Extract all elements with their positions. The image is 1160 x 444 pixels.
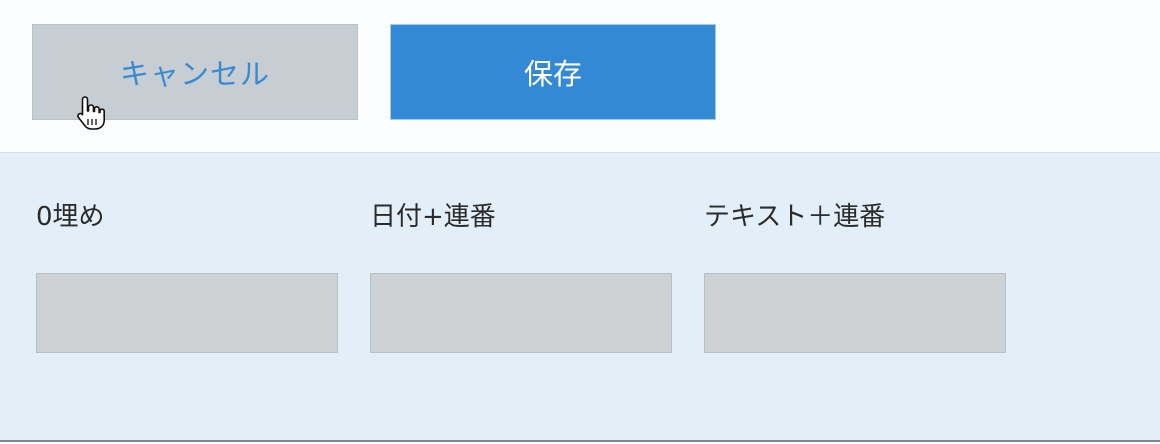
toolbar: キャンセル 保存 [0,0,1160,152]
save-button[interactable]: 保存 [390,24,716,120]
zero-padding-input[interactable] [36,273,338,353]
settings-panel: 0埋め 日付+連番 テキスト＋連番 [0,152,1160,442]
text-sequence-input[interactable] [704,273,1006,353]
date-sequence-field: 日付+連番 [370,197,672,353]
field-label: 日付+連番 [370,202,496,232]
cancel-button[interactable]: キャンセル [32,24,358,120]
date-sequence-input[interactable] [370,273,672,353]
text-sequence-field: テキスト＋連番 [704,197,1006,353]
zero-padding-field: 0埋め [36,197,338,353]
field-label: 0埋め [36,202,105,232]
field-label: テキスト＋連番 [704,202,886,232]
